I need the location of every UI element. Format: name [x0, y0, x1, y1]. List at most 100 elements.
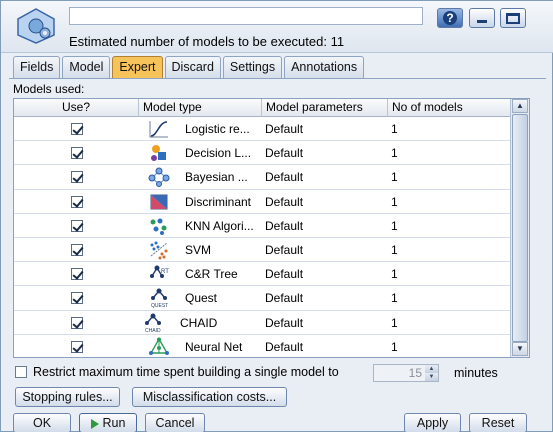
run-label: Run [102, 416, 126, 430]
model-count: 1 [391, 291, 398, 306]
reset-button[interactable]: Reset [469, 413, 527, 432]
model-parameters-value[interactable]: Default [265, 165, 303, 189]
model-parameters-value[interactable]: Default [265, 190, 303, 214]
scroll-up-icon[interactable]: ▲ [512, 99, 528, 113]
use-checkbox[interactable] [71, 147, 83, 160]
table-row[interactable]: Discriminant Default 1 [14, 190, 511, 214]
table-header: Use? Model type Model parameters No of m… [14, 99, 511, 117]
model-count: 1 [391, 122, 398, 136]
run-button[interactable]: Run [79, 413, 137, 432]
use-checkbox[interactable] [71, 219, 83, 232]
scrollbar-thumb[interactable] [512, 114, 528, 342]
model-dialog-window: Estimated number of models to be execute… [0, 0, 553, 432]
model-type-name: SVM [185, 242, 212, 257]
use-checkbox[interactable] [71, 123, 83, 135]
quest-icon: QUEST [148, 288, 170, 309]
tab-model[interactable]: Model [62, 56, 111, 78]
minimize-icon [477, 19, 487, 23]
column-header-use[interactable]: Use? [14, 99, 139, 117]
crt-icon: RT [148, 264, 170, 284]
model-parameters-value[interactable]: Default [265, 141, 303, 165]
help-icon: ? [443, 11, 457, 25]
neural-net-icon [148, 337, 170, 357]
run-icon [90, 418, 99, 429]
column-header-model-type[interactable]: Model type [139, 99, 262, 117]
model-count: 1 [391, 242, 398, 257]
use-checkbox[interactable] [71, 171, 83, 184]
spinner-buttons: ▲ ▼ [425, 365, 438, 381]
stopping-rules-button[interactable]: Stopping rules... [15, 387, 120, 407]
table-row[interactable]: CHAID CHAID Default 1 [14, 311, 511, 335]
decision-list-icon [148, 143, 170, 163]
column-header-no-of-models[interactable]: No of models [388, 99, 511, 117]
table-scrollbar[interactable]: ▲ ▼ [510, 99, 529, 357]
table-row[interactable]: Neural Net Default 1 [14, 335, 511, 357]
model-type-name: Bayesian ... [185, 170, 248, 185]
model-parameters-value[interactable]: Default [265, 117, 303, 141]
table-body: Logistic re... Default 1 Decision L... D… [14, 117, 511, 357]
svg-text:RT: RT [161, 269, 169, 275]
spinner-down-icon[interactable]: ▼ [425, 373, 438, 381]
use-checkbox[interactable] [71, 292, 83, 305]
model-type-name: Decision L... [185, 146, 252, 161]
help-button[interactable]: ? [437, 8, 463, 28]
model-parameters-value[interactable]: Default [265, 286, 303, 310]
max-time-value: 15 [408, 366, 422, 380]
model-type-name: Logistic re... [185, 122, 250, 136]
column-header-model-parameters[interactable]: Model parameters [262, 99, 388, 117]
table-row[interactable]: QUEST Quest Default 1 [14, 286, 511, 311]
model-parameters-value[interactable]: Default [265, 238, 303, 262]
models-estimate-text: Estimated number of models to be execute… [69, 34, 345, 49]
tab-settings[interactable]: Settings [222, 56, 283, 78]
model-count: 1 [391, 146, 398, 161]
apply-button[interactable]: Apply [404, 413, 461, 432]
tab-fields[interactable]: Fields [13, 56, 61, 78]
maximize-icon [506, 12, 520, 24]
model-parameters-value[interactable]: Default [265, 262, 303, 286]
node-name-field[interactable] [69, 7, 423, 25]
model-type-name: KNN Algori... [185, 218, 254, 233]
scroll-down-icon[interactable]: ▼ [512, 342, 528, 356]
table-row[interactable]: RT C&R Tree Default 1 [14, 262, 511, 287]
maximize-button[interactable] [500, 8, 526, 28]
spinner-up-icon[interactable]: ▲ [425, 365, 438, 373]
use-checkbox[interactable] [71, 268, 83, 281]
svg-text:QUEST: QUEST [151, 303, 168, 308]
max-time-spinner[interactable]: 15 ▲ ▼ [373, 364, 439, 382]
use-checkbox[interactable] [71, 340, 83, 353]
model-count: 1 [391, 170, 398, 185]
knn-icon [148, 216, 170, 236]
tab-discard[interactable]: Discard [164, 56, 221, 78]
model-parameters-value[interactable]: Default [265, 335, 303, 357]
model-count: 1 [391, 315, 398, 330]
table-row[interactable]: Decision L... Default 1 [14, 141, 511, 166]
use-checkbox[interactable] [71, 243, 83, 256]
cancel-button[interactable]: Cancel [145, 413, 205, 432]
table-row[interactable]: Logistic re... Default 1 [14, 117, 511, 142]
tab-annotations[interactable]: Annotations [284, 56, 365, 78]
restrict-time-checkbox[interactable] [15, 366, 27, 378]
model-type-name: C&R Tree [185, 267, 238, 282]
title-bar: Estimated number of models to be execute… [1, 1, 553, 53]
model-parameters-value[interactable]: Default [265, 311, 303, 335]
chaid-icon: CHAID [142, 313, 164, 334]
model-type-name: Quest [185, 291, 218, 306]
model-type-name: Neural Net [185, 339, 243, 354]
minimize-button[interactable] [469, 8, 495, 28]
tab-expert[interactable]: Expert [112, 56, 163, 78]
misclassification-costs-button[interactable]: Misclassification costs... [132, 387, 287, 407]
table-row[interactable]: SVM Default 1 [14, 238, 511, 263]
table-row[interactable]: KNN Algori... Default 1 [14, 214, 511, 238]
use-checkbox[interactable] [71, 195, 83, 208]
model-parameters-value[interactable]: Default [265, 214, 303, 238]
model-count: 1 [391, 194, 398, 209]
restrict-time-label: Restrict maximum time spent building a s… [33, 365, 339, 379]
tab-bar: Fields Model Expert Discard Settings Ann… [13, 56, 365, 78]
model-type-name: Discriminant [185, 194, 252, 209]
ok-button[interactable]: OK [13, 413, 71, 432]
minutes-label: minutes [454, 366, 498, 380]
model-type-name: CHAID [180, 315, 218, 330]
model-count: 1 [391, 339, 398, 354]
use-checkbox[interactable] [71, 316, 83, 329]
table-row[interactable]: Bayesian ... Default 1 [14, 165, 511, 190]
